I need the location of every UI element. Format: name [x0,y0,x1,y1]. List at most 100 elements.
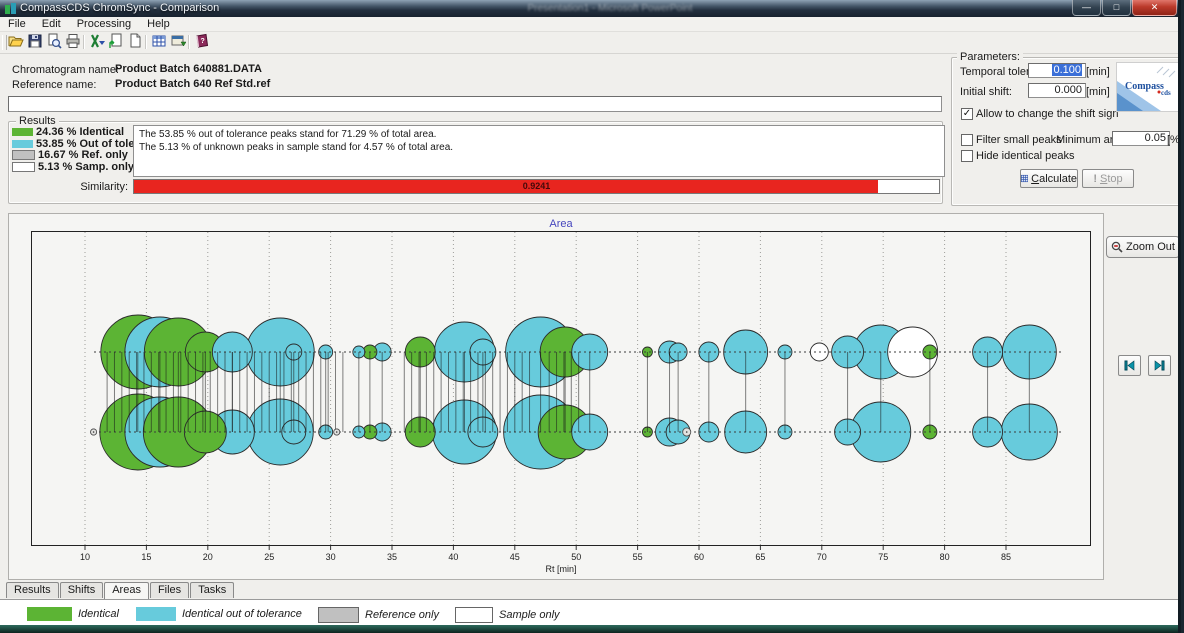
result-color-swatch [12,128,33,136]
compass-cds-logo: Compass cds [1116,62,1180,112]
magnifier-minus-icon [1111,241,1123,253]
toolbar-report-page-button[interactable] [125,33,144,52]
report-page-icon [127,33,143,52]
svg-text:50: 50 [571,552,581,562]
step-left-icon [1124,360,1135,371]
calculator-icon [1021,173,1028,184]
zoom-out-button[interactable]: Zoom Out [1106,236,1180,258]
menu-item-processing[interactable]: Processing [69,17,139,31]
open-icon [8,33,24,52]
tab-results[interactable]: Results [6,582,59,598]
toolbar-print-preview-button[interactable] [44,33,63,52]
tab-shifts[interactable]: Shifts [60,582,104,598]
step-right-icon [1154,360,1165,371]
close-button[interactable]: ✕ [1132,0,1177,16]
stop-button[interactable]: ! Stop [1082,169,1134,188]
toolbar-print-button[interactable] [63,33,82,52]
app-window: Presentation1 - Microsoft PowerPoint Com… [0,0,1181,633]
tab-files[interactable]: Files [150,582,189,598]
svg-text:20: 20 [203,552,213,562]
tab-areas[interactable]: Areas [104,582,149,599]
minimum-area-input[interactable]: 0.05 [1112,131,1170,146]
legend-label: Identical out of tolerance [182,608,302,620]
reference-name-label: Reference name: [12,79,96,91]
result-row-text: 24.36 % Identical [33,126,124,138]
toolbar-table-button[interactable] [149,33,168,52]
toolbar-import-page-button[interactable] [106,33,125,52]
chromatogram-name-label: Chromatogram name: [12,64,119,76]
svg-text:60: 60 [694,552,704,562]
result-row-identical: 24.36 % Identical [12,126,124,138]
menu-item-help[interactable]: Help [139,17,178,31]
toolbar-properties-button[interactable] [168,33,187,52]
save-icon [27,33,43,52]
svg-text:15: 15 [141,552,151,562]
comparison-path-input[interactable] [8,96,942,112]
filter-small-peaks-checkbox[interactable] [961,134,973,146]
window-edge [1178,0,1181,633]
result-color-swatch [12,140,33,148]
svg-text:75: 75 [878,552,888,562]
filter-small-peaks-label: Filter small peaks [976,134,1062,146]
table-icon [151,33,167,52]
export-excel-icon [89,33,105,52]
legend-item-identical: Identical [27,607,119,621]
svg-text:10: 10 [80,552,90,562]
legend-color-swatch [27,607,72,621]
svg-text:40: 40 [448,552,458,562]
legend-item-reference-only: Reference only [318,607,439,623]
area-chart-panel: Area 10152025303540455055606570758085Rt … [8,213,1104,580]
maximize-button[interactable]: □ [1102,0,1131,16]
result-row-text: 5.13 % Samp. only [35,161,134,173]
result-row-ref-only: 16.67 % Ref. only [12,149,128,161]
results-info-line: The 5.13 % of unknown peaks in sample st… [139,141,939,154]
toolbar-save-button[interactable] [25,33,44,52]
svg-text:45: 45 [510,552,520,562]
similarity-bar: 0.9241 [133,179,940,194]
results-info-box[interactable]: The 53.85 % out of tolerance peaks stand… [133,125,945,177]
parameters-group-label: Parameters: [957,51,1023,63]
help-book-icon: ? [194,33,210,52]
result-row-samp-only: 5.13 % Samp. only [12,161,134,173]
initial-shift-label: Initial shift: [960,86,1012,98]
initial-shift-input[interactable]: 0.000 [1028,83,1086,98]
toolbar-separator [83,35,85,49]
reference-name-value: Product Batch 640 Ref Std.ref [115,78,270,90]
app-icon [4,2,17,15]
toolbar-separator [188,35,190,49]
hide-identical-peaks-checkbox[interactable] [961,150,973,162]
similarity-value: 0.9241 [134,181,939,191]
hide-identical-peaks-label: Hide identical peaks [976,150,1074,162]
svg-text:25: 25 [264,552,274,562]
similarity-label: Similarity: [60,181,128,193]
result-color-swatch [12,162,35,172]
minimize-button[interactable]: — [1072,0,1101,16]
step-left-button[interactable] [1118,355,1141,376]
toolbar-help-book-button[interactable]: ? [192,33,211,52]
background-window-edge [0,625,1181,633]
svg-text:cds: cds [1161,89,1171,97]
svg-text:35: 35 [387,552,397,562]
zoom-out-label: Zoom Out [1126,241,1175,253]
temporal-tolerance-input[interactable]: 0.100 [1028,63,1086,78]
properties-icon [170,33,186,52]
allow-shift-sign-checkbox[interactable]: ✓ [961,108,973,120]
svg-text:70: 70 [817,552,827,562]
step-right-button[interactable] [1148,355,1171,376]
tab-tasks[interactable]: Tasks [190,582,234,598]
result-color-swatch [12,150,35,160]
menu-item-edit[interactable]: Edit [34,17,69,31]
toolbar-open-button[interactable] [6,33,25,52]
print-icon [65,33,81,52]
legend-band: Identical Identical out of tolerance Refer… [0,599,1181,626]
import-page-icon [108,33,124,52]
menu-bar: FileEditProcessingHelp [0,17,1181,32]
calculate-button-label: Calculate [1031,173,1077,185]
toolbar-export-excel-button[interactable] [87,33,106,52]
menu-item-file[interactable]: File [0,17,34,31]
background-window-title: Presentation1 - Microsoft PowerPoint [440,3,780,14]
legend-item-identical-out-of-tolerance: Identical out of tolerance [136,607,302,621]
calculate-button[interactable]: Calculate [1020,169,1078,188]
svg-text:Compass: Compass [1125,81,1164,92]
area-chart-svg[interactable]: 10152025303540455055606570758085Rt [min] [31,231,1091,576]
